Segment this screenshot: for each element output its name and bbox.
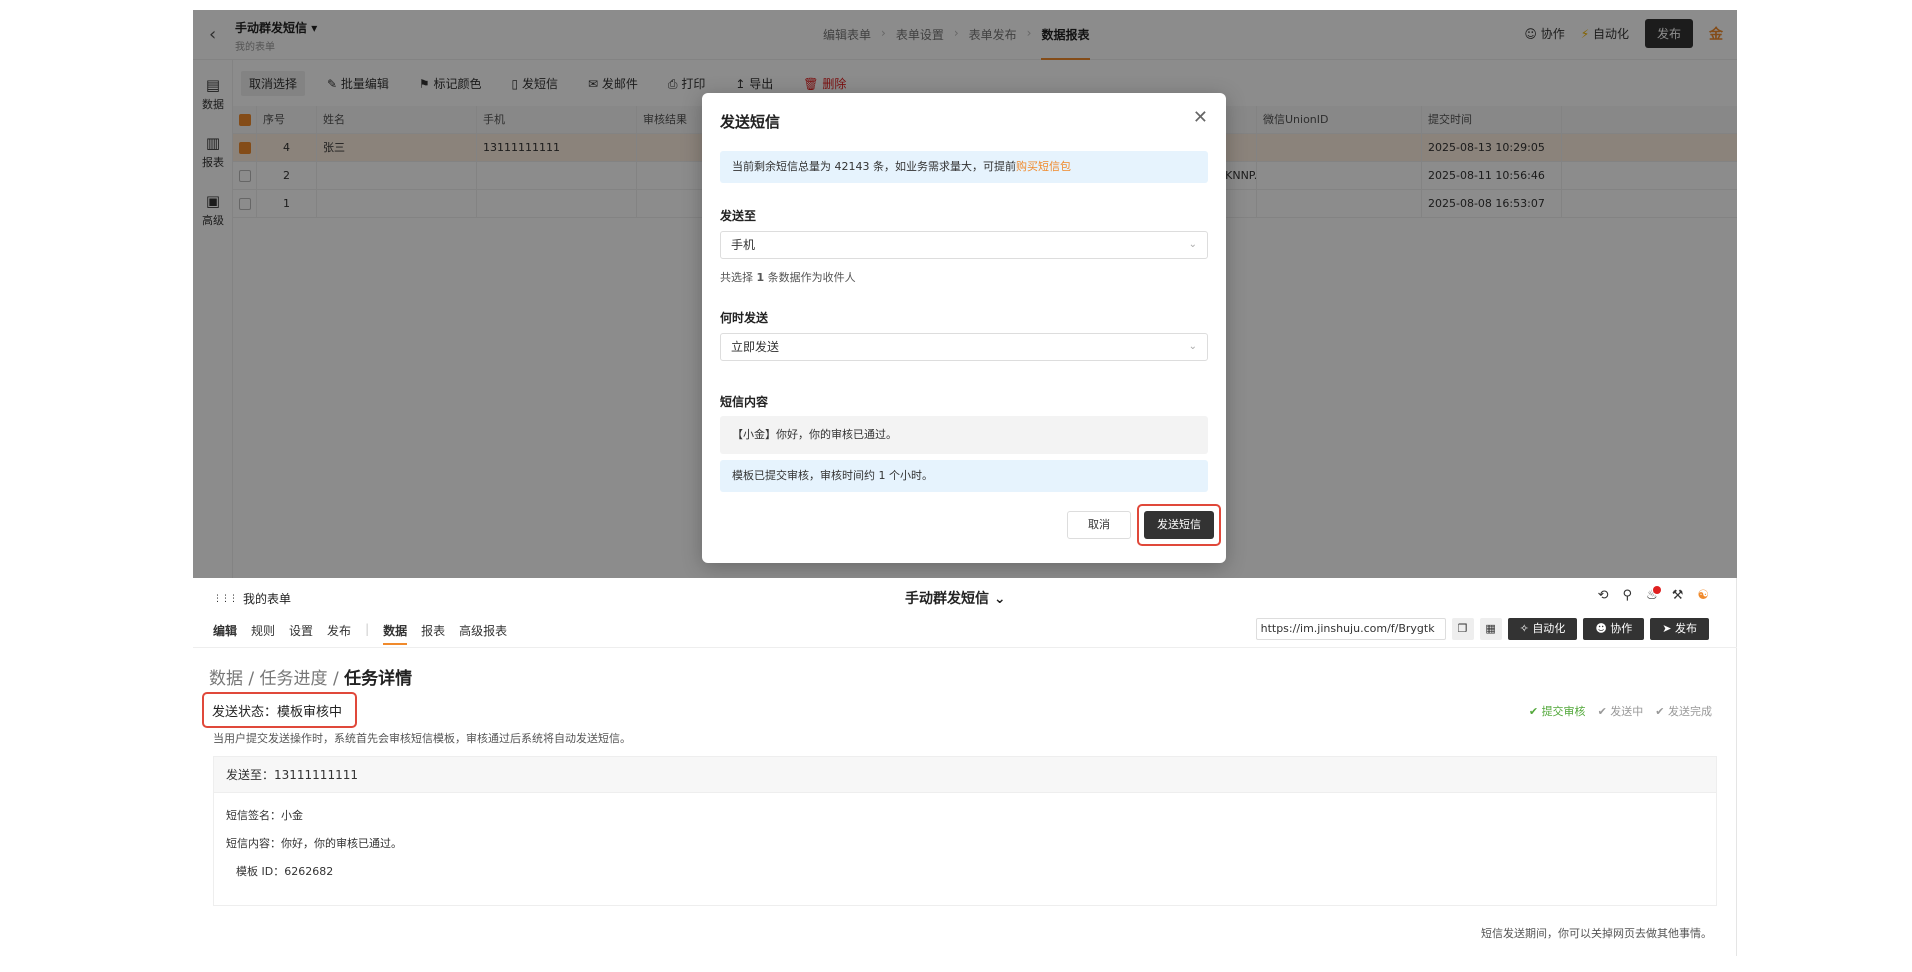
chevron-down-icon: ⌄ [1188, 239, 1197, 250]
step-submit-review: ✔ 提交审核 [1528, 705, 1586, 718]
dialog-title: 发送短信 [720, 113, 781, 131]
send-icon: ➤ [1662, 622, 1672, 635]
flow-icon: ✧ [1519, 622, 1529, 635]
step-send-complete: ✔ 发送完成 [1655, 705, 1712, 718]
progress-steps: ✔ 提交审核 ✔ 发送中 ✔ 发送完成 [1529, 703, 1712, 719]
task-detail-page: ⋮⋮⋮ 我的表单 手动群发短信 ⌄ ⟲ ⚲ ♨ ⚒ ☯ 编辑 规则 设置 发布 … [193, 578, 1737, 956]
automation-button[interactable]: ✧ 自动化 [1507, 618, 1578, 640]
breadcrumb-data[interactable]: 数据 [209, 669, 243, 689]
template-id: 模板 ID：6262682 [236, 865, 334, 878]
template-review-notice: 模板已提交审核，审核时间约 1 个小时。 [720, 460, 1208, 492]
tab-advanced-report[interactable]: 高级报表 [459, 622, 507, 645]
send-status: 发送状态：模板审核中 [212, 705, 343, 720]
tab-settings[interactable]: 设置 [289, 622, 313, 645]
help-icon[interactable]: ⟲ [1598, 588, 1609, 603]
send-to-row: 发送至：13111111111 [214, 757, 1716, 793]
tab-report[interactable]: 报表 [421, 622, 445, 645]
form-title-dropdown[interactable]: 手动群发短信 ⌄ [905, 588, 1006, 608]
qrcode-icon[interactable]: ▦ [1479, 618, 1502, 640]
brand-logo: ☯ [1697, 588, 1709, 603]
sms-quota-info: 当前剩余短信总量为 42143 条，如业务需求量大，可提前购买短信包 [720, 151, 1208, 183]
check-circle-icon: ✔ [1528, 705, 1539, 718]
my-forms-menu[interactable]: ⋮⋮⋮ 我的表单 [213, 590, 291, 607]
send-to-label: 发送至 [720, 209, 757, 223]
tools-icon[interactable]: ⚒ [1672, 588, 1684, 603]
form-data-page: ‹ 手动群发短信 ▾ 我的表单 编辑表单 › 表单设置 › 表单发布 › 数据报… [193, 10, 1737, 578]
buy-sms-link[interactable]: 购买短信包 [1016, 160, 1071, 173]
header-action-bar: https://im.jinshuju.com/f/Brygtk ❐ ▦ ✧ 自… [1255, 618, 1709, 640]
bell-icon[interactable]: ♨ [1646, 586, 1661, 603]
when-label: 何时发送 [720, 311, 769, 325]
breadcrumb-task-detail: 任务详情 [344, 669, 413, 689]
sms-content: 短信内容：你好，你的审核已通过。 [226, 837, 402, 850]
check-circle-icon: ✔ [1655, 705, 1665, 718]
footer-note: 短信发送期间，你可以关掉网页去做其他事情。 [1481, 927, 1712, 940]
publish-button[interactable]: ➤ 发布 [1650, 618, 1709, 640]
tab-divider: | [365, 622, 370, 636]
screenshot-root: ‹ 手动群发短信 ▾ 我的表单 编辑表单 › 表单设置 › 表单发布 › 数据报… [0, 0, 1912, 972]
sms-signature: 短信签名：小金 [226, 809, 303, 822]
breadcrumb: 数据 / 任务进度 / 任务详情 [209, 669, 413, 689]
tab-data[interactable]: 数据 [383, 622, 408, 645]
send-sms-submit-button[interactable]: 发送短信 [1144, 511, 1214, 539]
status-highlight: 发送状态：模板审核中 [202, 692, 357, 728]
step-sending: ✔ 发送中 [1597, 705, 1644, 718]
when-select[interactable]: 立即发送 ⌄ [720, 333, 1208, 361]
send-to-select[interactable]: 手机 ⌄ [720, 231, 1208, 259]
sms-content-field[interactable]: 【小金】你好，你的审核已通过。 [720, 416, 1208, 454]
grid-icon: ⋮⋮⋮ [213, 593, 238, 604]
tab-rules[interactable]: 规则 [251, 622, 275, 645]
form-url-field[interactable]: https://im.jinshuju.com/f/Brygtk [1255, 618, 1446, 640]
close-icon[interactable]: ✕ [1193, 107, 1208, 128]
copy-icon[interactable]: ❐ [1451, 618, 1474, 640]
header-icons: ⟲ ⚲ ♨ ⚒ ☯ [1598, 586, 1709, 603]
status-description: 当用户提交发送操作时，系统首先会审核短信模板，审核通过后系统将自动发送短信。 [213, 732, 631, 745]
send-button-highlight: 发送短信 [1137, 504, 1221, 546]
send-sms-dialog: 发送短信 ✕ 当前剩余短信总量为 42143 条，如业务需求量大，可提前购买短信… [702, 93, 1226, 563]
tab-edit[interactable]: 编辑 [213, 622, 237, 645]
users-icon: ☻ [1595, 622, 1607, 635]
search-icon[interactable]: ⚲ [1623, 588, 1633, 603]
check-circle-icon: ✔ [1597, 705, 1607, 718]
cancel-button[interactable]: 取消 [1067, 511, 1131, 539]
chevron-down-icon: ⌄ [1188, 341, 1197, 352]
bottom-header: ⋮⋮⋮ 我的表单 手动群发短信 ⌄ ⟲ ⚲ ♨ ⚒ ☯ 编辑 规则 设置 发布 … [193, 578, 1737, 648]
content-label: 短信内容 [720, 395, 769, 409]
collab-button[interactable]: ☻ 协作 [1583, 618, 1645, 640]
breadcrumb-task-progress[interactable]: 任务进度 [260, 669, 328, 689]
recipients-hint: 共选择 1 条数据作为收件人 [720, 271, 856, 284]
nav-tabs: 编辑 规则 设置 发布 | 数据 报表 高级报表 [213, 622, 507, 645]
chevron-down-icon: ⌄ [993, 591, 1006, 607]
tab-publish[interactable]: 发布 [327, 622, 351, 645]
task-detail-panel: 发送至：13111111111 短信签名：小金 短信内容：你好，你的审核已通过。… [213, 756, 1717, 906]
